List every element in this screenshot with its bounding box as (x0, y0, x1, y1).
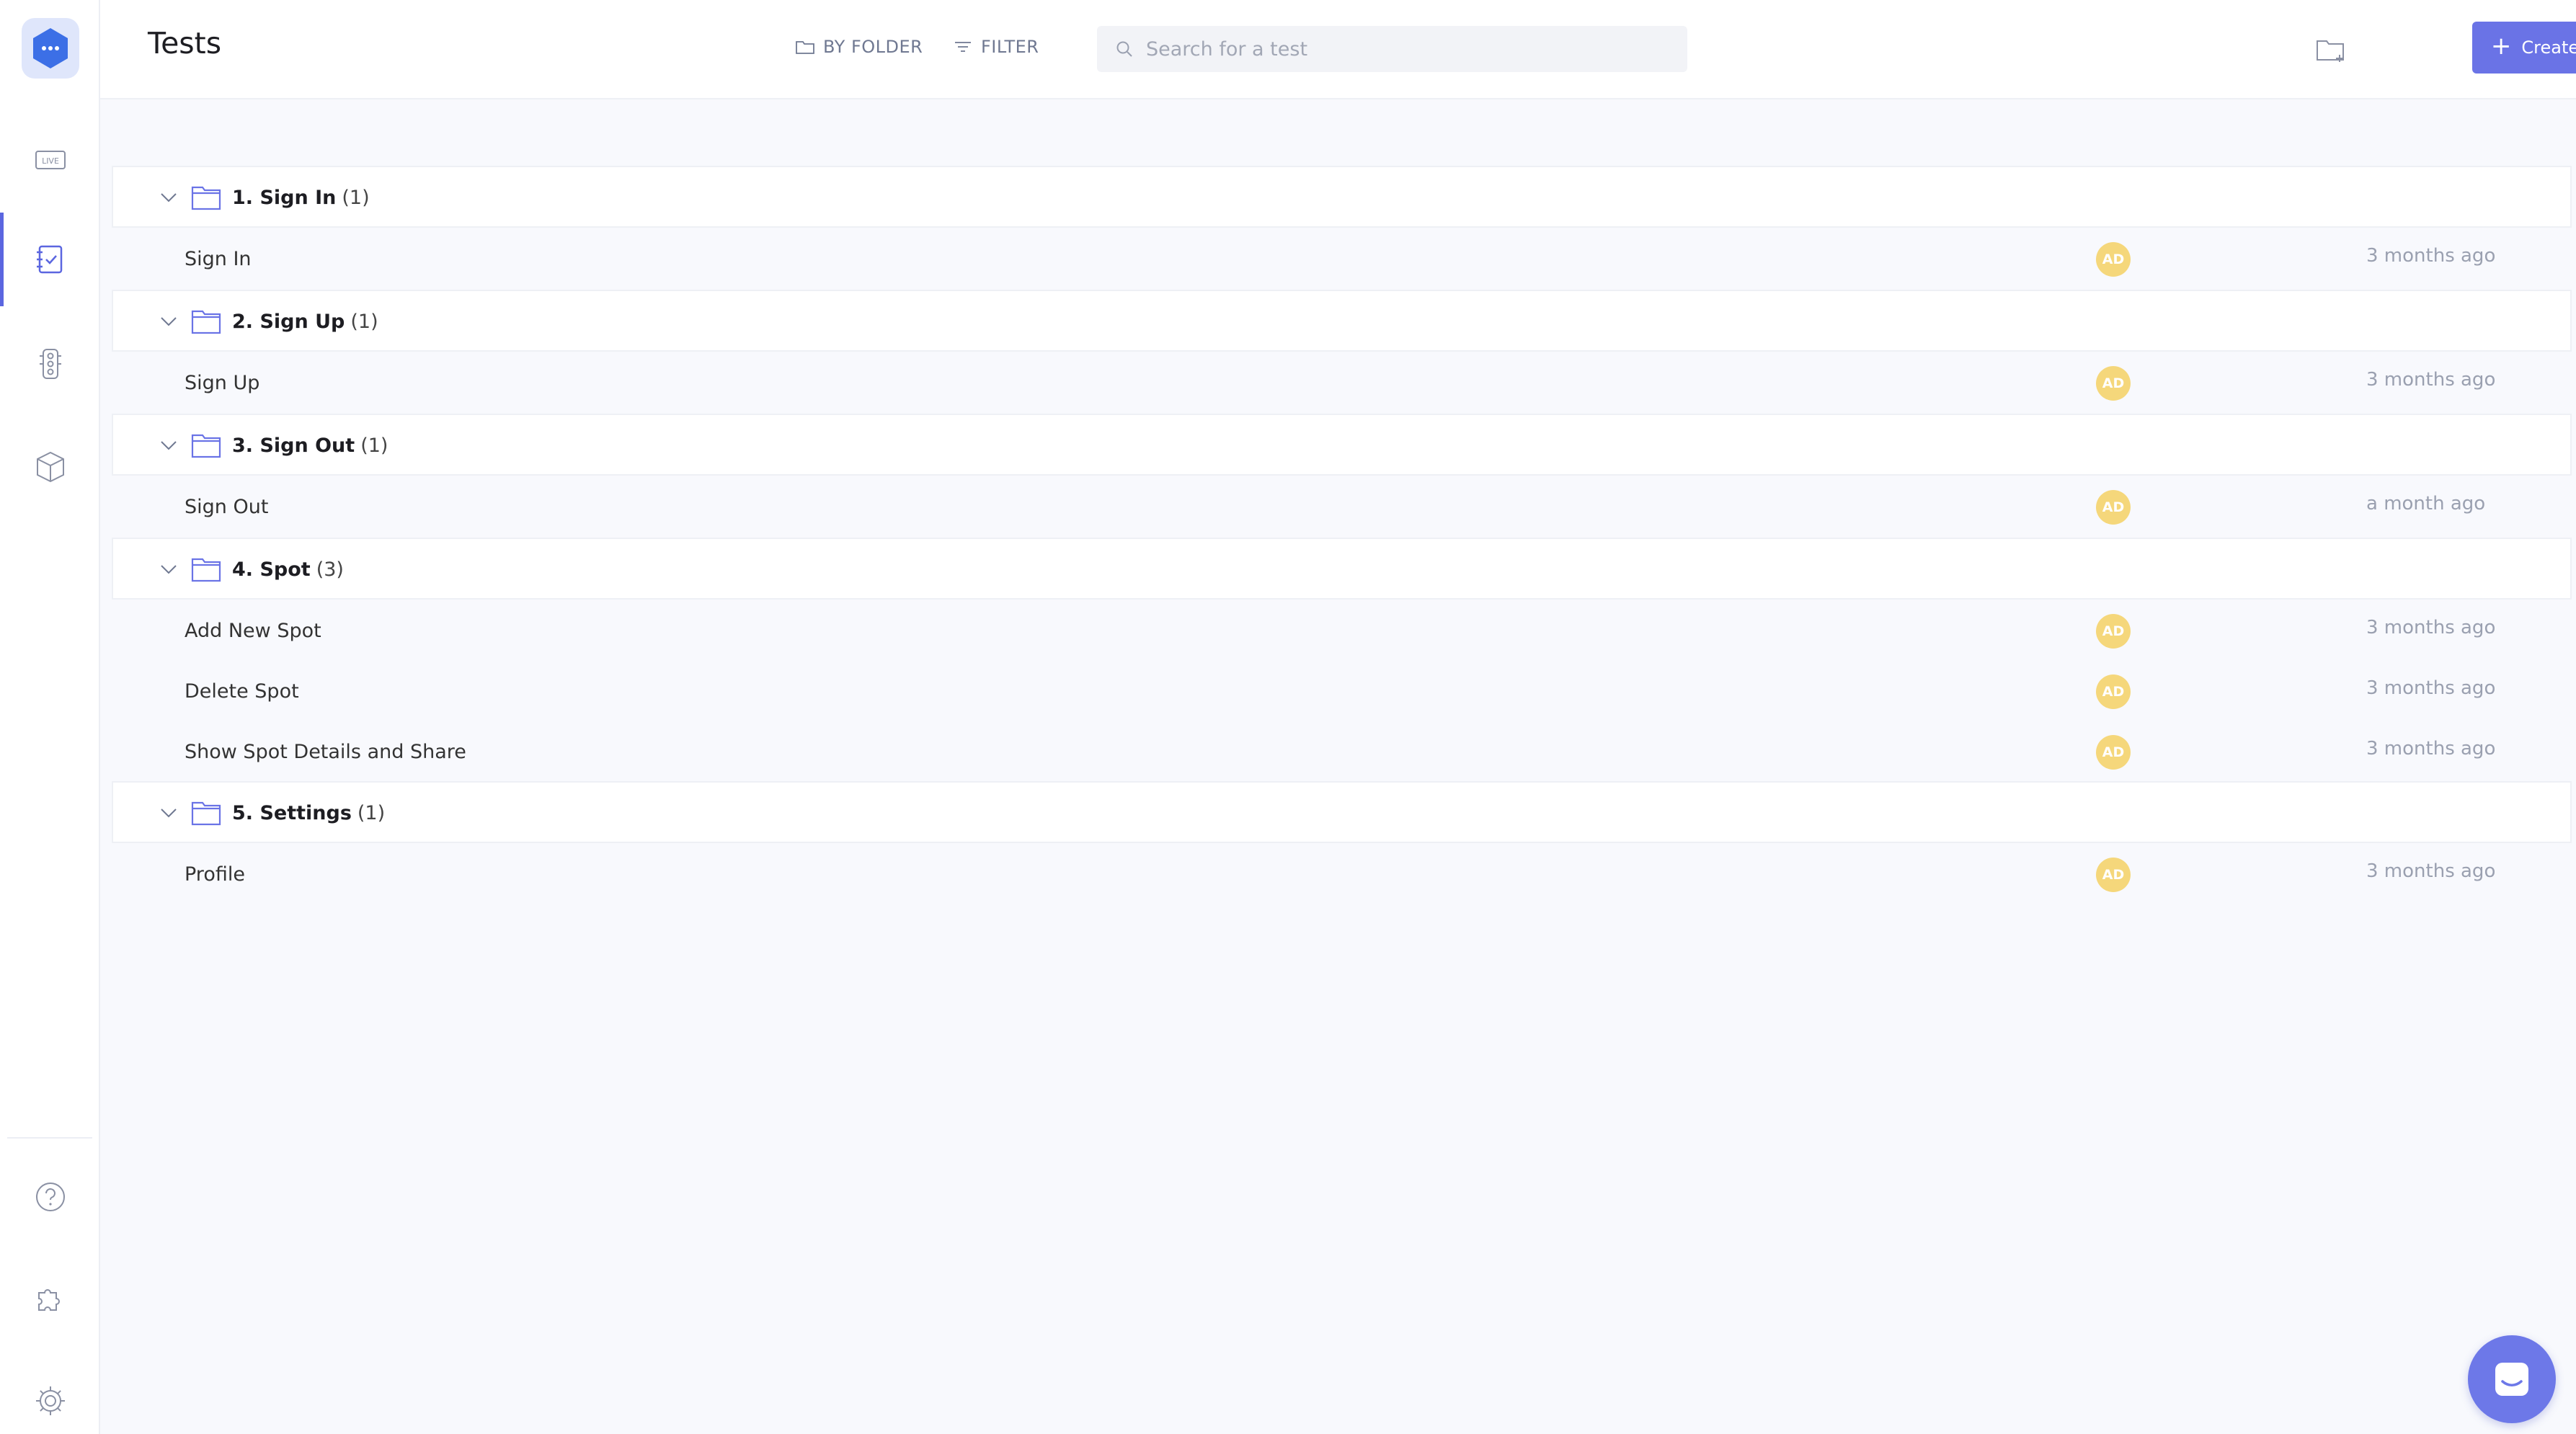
top-bar: Tests BY FOLDER FILTER + Create Test (100, 0, 2576, 99)
svg-text:LIVE: LIVE (42, 156, 59, 166)
test-name[interactable]: Delete Spot (185, 680, 299, 703)
by-folder-button[interactable]: BY FOLDER (794, 36, 923, 58)
folder-icon (191, 186, 221, 210)
folder-row[interactable]: 5. Settings (1) (112, 781, 2572, 843)
chat-launcher-button[interactable] (2468, 1335, 2556, 1423)
test-row[interactable]: Profile AD 3 months ago (112, 843, 2572, 905)
chat-icon (2495, 1363, 2528, 1396)
owner-avatar: AD (2096, 366, 2131, 401)
test-row[interactable]: Sign Out AD a month ago (112, 476, 2572, 538)
test-name[interactable]: Sign In (185, 248, 252, 270)
tests-icon (36, 245, 62, 274)
test-name[interactable]: Show Spot Details and Share (185, 741, 466, 763)
plus-icon: + (2490, 32, 2512, 61)
updated-time: a month ago (2366, 493, 2486, 515)
folder-count: (1) (350, 311, 378, 333)
test-row[interactable]: Sign In AD 3 months ago (112, 228, 2572, 290)
by-folder-label: BY FOLDER (823, 37, 923, 57)
test-name[interactable]: Profile (185, 863, 245, 886)
test-name[interactable]: Sign Up (185, 372, 259, 394)
traffic-light-icon (39, 349, 61, 379)
live-icon: LIVE (35, 151, 66, 169)
owner-avatar: AD (2096, 614, 2131, 649)
test-row[interactable]: Sign Up AD 3 months ago (112, 352, 2572, 414)
test-row[interactable]: Add New Spot AD 3 months ago (112, 600, 2572, 660)
folder-row[interactable]: 3. Sign Out (1) (112, 414, 2572, 476)
sidebar-divider (7, 1137, 92, 1139)
folder-count: (1) (357, 802, 386, 824)
owner-avatar: AD (2096, 735, 2131, 770)
search-box (1097, 26, 1687, 72)
folder-row[interactable]: 1. Sign In (1) (112, 166, 2572, 228)
sidebar-item-suites[interactable] (0, 317, 100, 411)
search-icon (1116, 41, 1132, 57)
test-name[interactable]: Add New Spot (185, 620, 321, 642)
updated-time: 3 months ago (2366, 369, 2496, 391)
updated-time: 3 months ago (2366, 617, 2496, 638)
updated-time: 3 months ago (2366, 677, 2496, 699)
folder-icon (796, 41, 814, 54)
filter-button[interactable]: FILTER (952, 36, 1039, 58)
owner-avatar: AD (2096, 858, 2131, 892)
sidebar-item-settings[interactable] (0, 1354, 100, 1434)
folder-plus-icon (2317, 40, 2344, 62)
help-icon (35, 1183, 65, 1211)
page-title: Tests (148, 26, 222, 61)
owner-avatar: AD (2096, 674, 2131, 709)
folder-name: 5. Settings (1) (232, 802, 386, 824)
hexagon-logo-icon (33, 28, 68, 68)
chevron-down-icon[interactable] (158, 558, 179, 580)
folder-name: 3. Sign Out (1) (232, 435, 388, 457)
sidebar-item-packages[interactable] (0, 420, 100, 514)
updated-time: 3 months ago (2366, 738, 2496, 760)
updated-time: 3 months ago (2366, 245, 2496, 267)
create-test-button[interactable]: + Create Test (2472, 22, 2576, 74)
sidebar-item-live[interactable]: LIVE (0, 113, 100, 207)
chevron-down-icon[interactable] (158, 435, 179, 456)
folder-icon (191, 801, 221, 826)
sidebar: LIVE (0, 0, 100, 1434)
settings-icon (35, 1386, 65, 1415)
sidebar-item-help[interactable] (0, 1150, 100, 1244)
folder-name: 4. Spot (3) (232, 558, 344, 581)
filter-label: FILTER (981, 37, 1039, 57)
create-test-label: Create Test (2521, 37, 2576, 58)
new-folder-button[interactable] (2311, 30, 2350, 69)
folder-count: (3) (316, 558, 344, 581)
updated-time: 3 months ago (2366, 860, 2496, 882)
filter-icon (955, 42, 971, 52)
folder-row[interactable]: 2. Sign Up (1) (112, 290, 2572, 352)
test-row[interactable]: Show Spot Details and Share AD 3 months … (112, 721, 2572, 781)
folder-name: 1. Sign In (1) (232, 187, 370, 209)
test-row[interactable]: Delete Spot AD 3 months ago (112, 660, 2572, 721)
chevron-down-icon[interactable] (158, 311, 179, 332)
plugin-icon (37, 1289, 60, 1311)
sidebar-item-tests[interactable] (0, 213, 100, 306)
owner-avatar: AD (2096, 490, 2131, 525)
folder-row[interactable]: 4. Spot (3) (112, 538, 2572, 600)
search-input[interactable] (1146, 37, 1651, 61)
folder-name: 2. Sign Up (1) (232, 311, 378, 333)
folder-icon (191, 558, 221, 582)
owner-avatar: AD (2096, 242, 2131, 277)
chevron-down-icon[interactable] (158, 802, 179, 824)
folder-icon (191, 310, 221, 334)
folder-count: (1) (342, 187, 370, 209)
package-icon (36, 451, 64, 483)
app-logo[interactable] (22, 18, 79, 79)
folder-icon (191, 434, 221, 458)
folder-count: (1) (360, 435, 388, 457)
sidebar-item-plugins[interactable] (0, 1252, 100, 1345)
test-list: 1. Sign In (1) Sign In AD 3 months ago 2.… (112, 166, 2572, 905)
test-name[interactable]: Sign Out (185, 496, 268, 518)
chevron-down-icon[interactable] (158, 187, 179, 208)
